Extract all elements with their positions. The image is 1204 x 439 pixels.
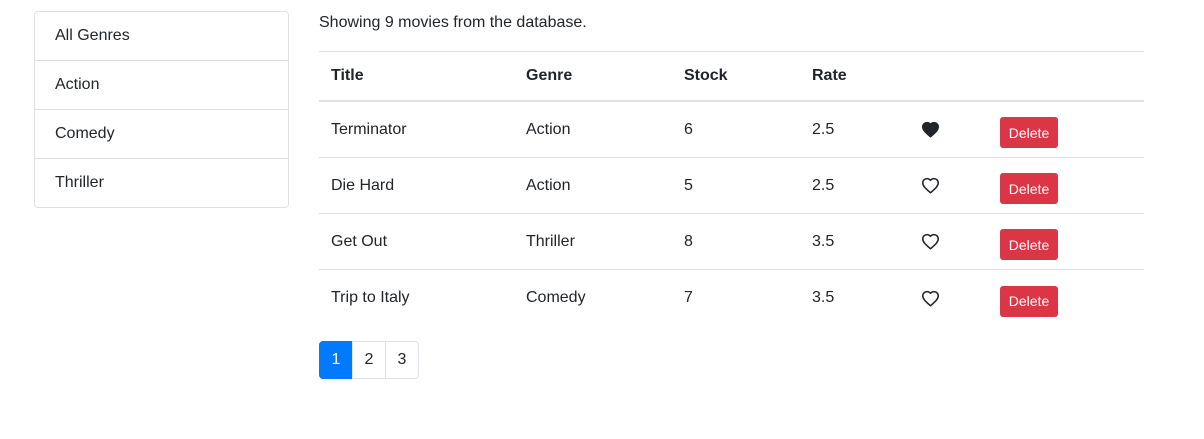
delete-button[interactable]: Delete (1000, 117, 1058, 148)
genre-item-all-genres[interactable]: All Genres (35, 12, 288, 61)
pagination: 1 2 3 (319, 341, 419, 379)
table-header: Title Genre Stock Rate (319, 52, 1144, 102)
genre-item-thriller[interactable]: Thriller (35, 159, 288, 207)
movie-genre: Action (526, 176, 571, 194)
table-row: Terminator Action 6 2.5 Delete (319, 102, 1144, 158)
movie-genre: Action (526, 120, 571, 138)
heart-icon[interactable] (921, 121, 940, 138)
page-link-3[interactable]: 3 (385, 341, 419, 379)
genre-item-label: Thriller (55, 174, 104, 191)
heart-icon[interactable] (921, 233, 940, 250)
movie-title: Die Hard (331, 176, 395, 194)
movie-stock: 5 (684, 176, 693, 194)
movie-title: Trip to Italy (331, 289, 410, 306)
delete-button[interactable]: Delete (1000, 173, 1058, 204)
column-header-title[interactable]: Title (319, 67, 526, 85)
movie-rate: 3.5 (812, 289, 835, 306)
heart-icon[interactable] (921, 290, 940, 307)
genre-item-comedy[interactable]: Comedy (35, 110, 288, 159)
table-row: Get Out Thriller 8 3.5 Delete (319, 214, 1144, 270)
column-header-stock[interactable]: Stock (684, 67, 812, 85)
movie-stock: 8 (684, 232, 693, 250)
movie-genre: Comedy (526, 289, 586, 306)
genre-item-label: Action (55, 76, 100, 93)
column-header-genre[interactable]: Genre (526, 67, 684, 85)
table-row: Die Hard Action 5 2.5 Delete (319, 158, 1144, 214)
genre-list: All Genres Action Comedy Thriller (34, 11, 289, 208)
delete-button[interactable]: Delete (1000, 285, 1058, 317)
genre-item-label: All Genres (55, 27, 130, 44)
movie-genre: Thriller (526, 232, 575, 250)
movie-stock: 6 (684, 120, 693, 138)
page-link-1[interactable]: 1 (319, 341, 353, 379)
movie-stock: 7 (684, 289, 693, 306)
delete-button[interactable]: Delete (1000, 229, 1058, 260)
heart-icon[interactable] (921, 177, 940, 194)
page-link-2[interactable]: 2 (352, 341, 386, 379)
movie-rate: 3.5 (812, 232, 835, 250)
movie-title: Terminator (331, 120, 407, 138)
column-header-rate[interactable]: Rate (812, 67, 921, 85)
movie-title: Get Out (331, 232, 388, 250)
movies-table: Title Genre Stock Rate Terminator Action… (319, 51, 1144, 326)
genre-item-action[interactable]: Action (35, 61, 288, 110)
movie-rate: 2.5 (812, 176, 835, 194)
table-row: Trip to Italy Comedy 7 3.5 Delete (319, 270, 1144, 326)
movie-rate: 2.5 (812, 120, 835, 138)
movie-count-summary: Showing 9 movies from the database. (319, 14, 587, 31)
genre-item-label: Comedy (55, 125, 115, 142)
